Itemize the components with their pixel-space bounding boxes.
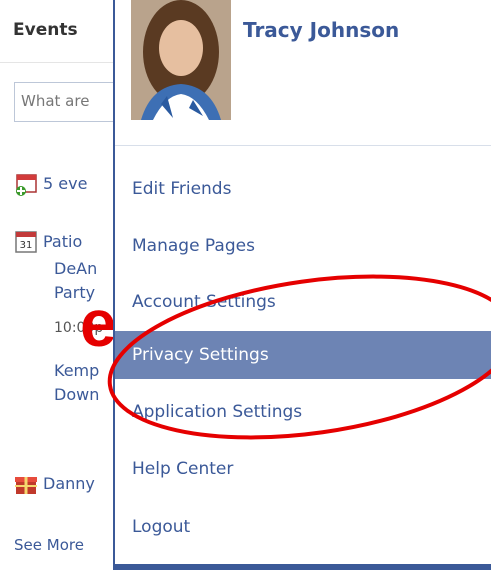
menu-item-application-settings[interactable]: Application Settings bbox=[115, 388, 491, 436]
events-heading: Events bbox=[13, 20, 78, 40]
menu-item-account-settings[interactable]: Account Settings bbox=[115, 278, 491, 326]
event-detail: Kemp bbox=[54, 361, 100, 380]
divider bbox=[0, 62, 120, 63]
annotation-letter: e bbox=[80, 286, 117, 360]
menu-bottom-border bbox=[115, 564, 491, 570]
account-menu: Tracy Johnson Edit Friends Manage Pages … bbox=[113, 0, 491, 570]
menu-item-privacy-settings[interactable]: Privacy Settings bbox=[115, 331, 491, 379]
menu-item-edit-friends[interactable]: Edit Friends bbox=[115, 165, 491, 213]
event-detail: DeAn bbox=[54, 259, 98, 278]
add-event-icon bbox=[14, 172, 38, 196]
event-link[interactable]: 5 eve bbox=[43, 174, 87, 193]
event-detail: Down bbox=[54, 385, 100, 404]
gift-icon bbox=[14, 472, 38, 496]
profile-name[interactable]: Tracy Johnson bbox=[243, 18, 399, 42]
event-link[interactable]: Danny bbox=[43, 474, 95, 493]
menu-divider bbox=[115, 145, 491, 146]
menu-item-help-center[interactable]: Help Center bbox=[115, 445, 491, 493]
avatar[interactable] bbox=[131, 0, 231, 120]
menu-item-logout[interactable]: Logout bbox=[115, 503, 491, 551]
menu-item-manage-pages[interactable]: Manage Pages bbox=[115, 222, 491, 270]
see-more-link[interactable]: See More bbox=[14, 536, 84, 554]
calendar-icon: 31 bbox=[14, 230, 38, 254]
event-link[interactable]: Patio bbox=[43, 232, 82, 251]
svg-text:31: 31 bbox=[20, 240, 33, 251]
